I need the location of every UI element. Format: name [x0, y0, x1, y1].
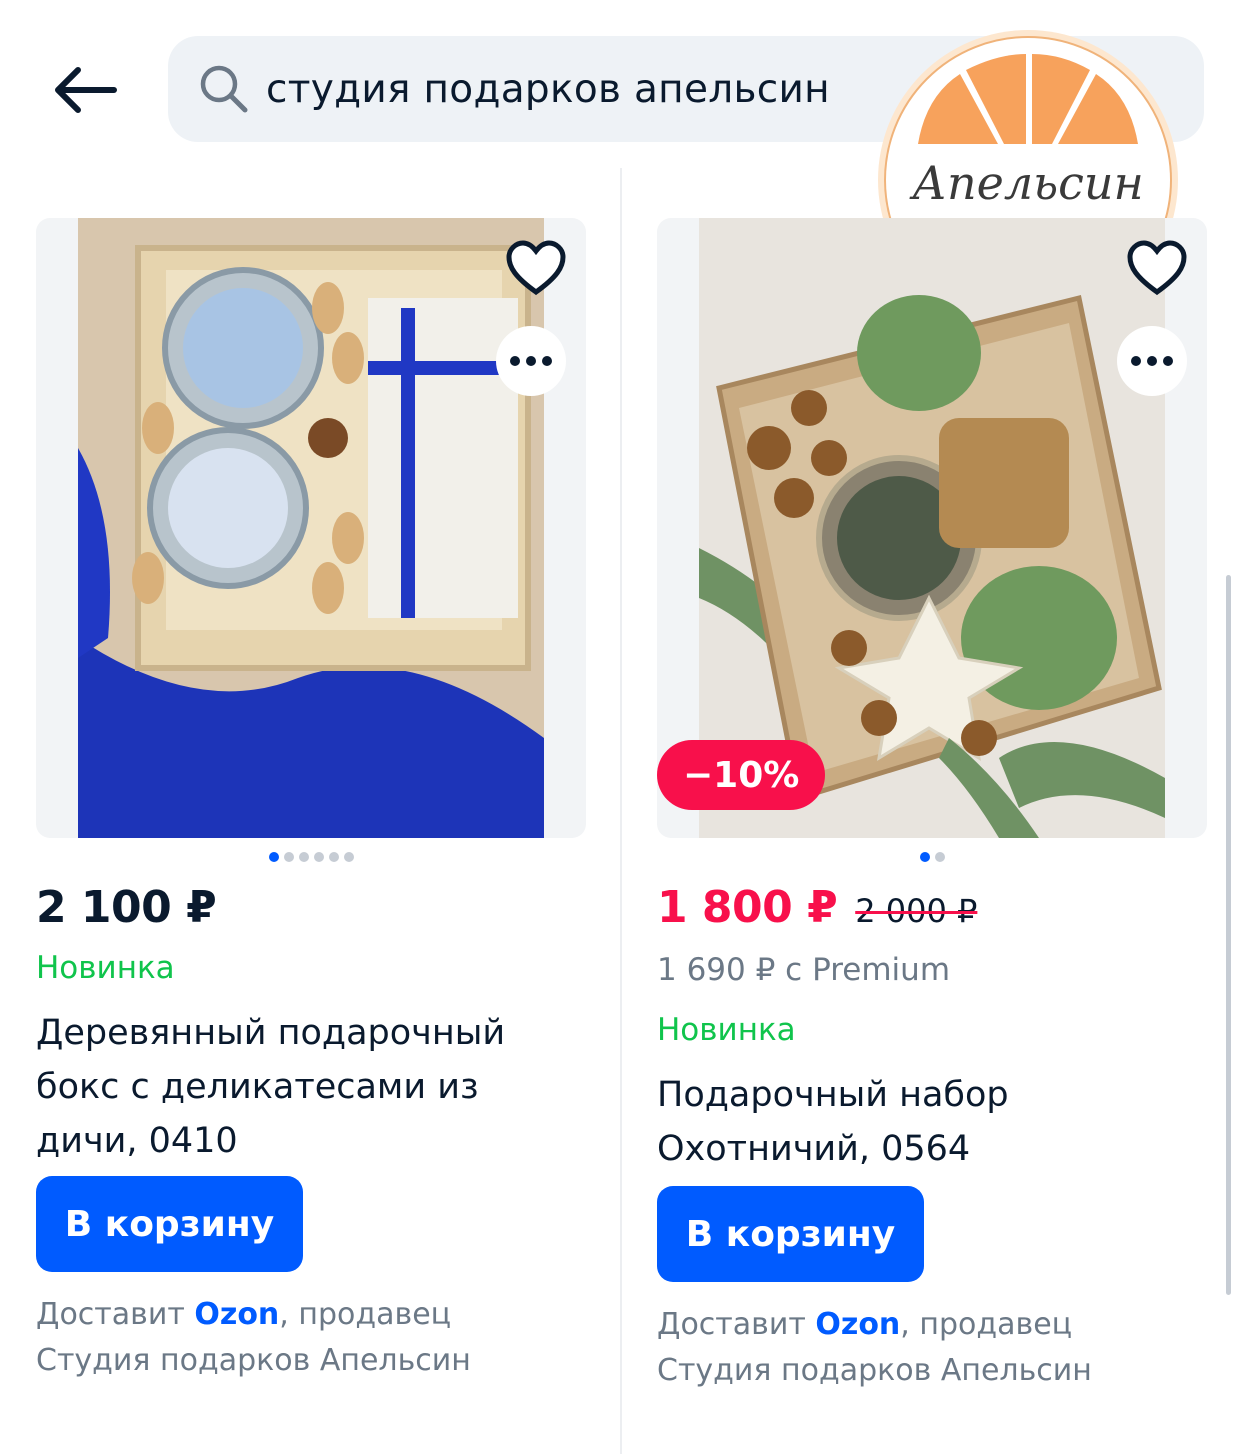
heart-icon [506, 240, 566, 296]
price-row: 2 100 ₽ [36, 882, 586, 942]
seller-name[interactable]: Студия подарков Апельсин [36, 1343, 471, 1378]
add-to-cart-button[interactable]: В корзину [657, 1186, 924, 1282]
pagination-dot[interactable] [298, 852, 309, 862]
favorite-button[interactable] [504, 236, 568, 300]
add-to-cart-button[interactable]: В корзину [36, 1176, 303, 1272]
more-options-button[interactable] [1117, 326, 1187, 396]
heart-icon [1127, 240, 1187, 296]
sale-price: 1 800 ₽ [657, 882, 838, 933]
price: 2 100 ₽ [36, 882, 217, 933]
pagination-dot[interactable] [313, 852, 324, 862]
search-query: студия подарков апельсин [266, 66, 830, 112]
search-icon [196, 61, 252, 117]
dot-icon [510, 356, 520, 366]
scrollbar[interactable] [1226, 575, 1231, 1295]
price-row: 1 800 ₽ 2 000 ₽ [657, 882, 1207, 942]
pagination-dot[interactable] [919, 852, 930, 862]
favorite-button[interactable] [1125, 236, 1189, 300]
discount-badge: −10% [657, 740, 826, 810]
delivery-prefix: Доставит [657, 1307, 806, 1342]
logo-text: Апельсин [912, 156, 1144, 210]
image-pagination [36, 852, 586, 862]
more-options-button[interactable] [496, 326, 566, 396]
dot-icon [542, 356, 552, 366]
product-card[interactable]: −10% 1 800 ₽ 2 000 ₽ 1 690 ₽ с Premium Н… [657, 218, 1207, 1394]
arrow-left-icon [55, 67, 117, 113]
product-title[interactable]: Подарочный набор Охотничий, 0564 [657, 1068, 1207, 1186]
dot-icon [526, 356, 536, 366]
pagination-dot[interactable] [343, 852, 354, 862]
back-button[interactable] [40, 50, 130, 130]
seller-name[interactable]: Студия подарков Апельсин [657, 1353, 1092, 1388]
pagination-dot[interactable] [328, 852, 339, 862]
delivery-suffix: , продавец [279, 1297, 452, 1332]
dot-icon [1163, 356, 1173, 366]
product-image[interactable]: −10% [657, 218, 1207, 838]
novelty-label: Новинка [657, 1012, 796, 1048]
delivery-info: Доставит Ozon, продавец Студия подарков … [657, 1302, 1207, 1394]
image-pagination [657, 852, 1207, 862]
product-card[interactable]: 2 100 ₽ Новинка Деревянный подарочный бо… [36, 218, 586, 1384]
pagination-dot[interactable] [268, 852, 279, 862]
pagination-dot[interactable] [934, 852, 945, 862]
old-price: 2 000 ₽ [855, 892, 978, 930]
delivery-brand: Ozon [815, 1307, 901, 1342]
delivery-suffix: , продавец [900, 1307, 1073, 1342]
dot-icon [1147, 356, 1157, 366]
delivery-brand: Ozon [194, 1297, 280, 1332]
product-photo [78, 218, 544, 838]
product-image[interactable] [36, 218, 586, 838]
column-divider [620, 168, 622, 1454]
delivery-prefix: Доставит [36, 1297, 185, 1332]
delivery-info: Доставит Ozon, продавец Студия подарков … [36, 1292, 586, 1384]
product-title[interactable]: Деревянный подарочный бокс с деликатесам… [36, 1006, 586, 1176]
novelty-label: Новинка [36, 950, 175, 986]
pagination-dot[interactable] [283, 852, 294, 862]
dot-icon [1131, 356, 1141, 366]
premium-price: 1 690 ₽ с Premium [657, 952, 951, 988]
